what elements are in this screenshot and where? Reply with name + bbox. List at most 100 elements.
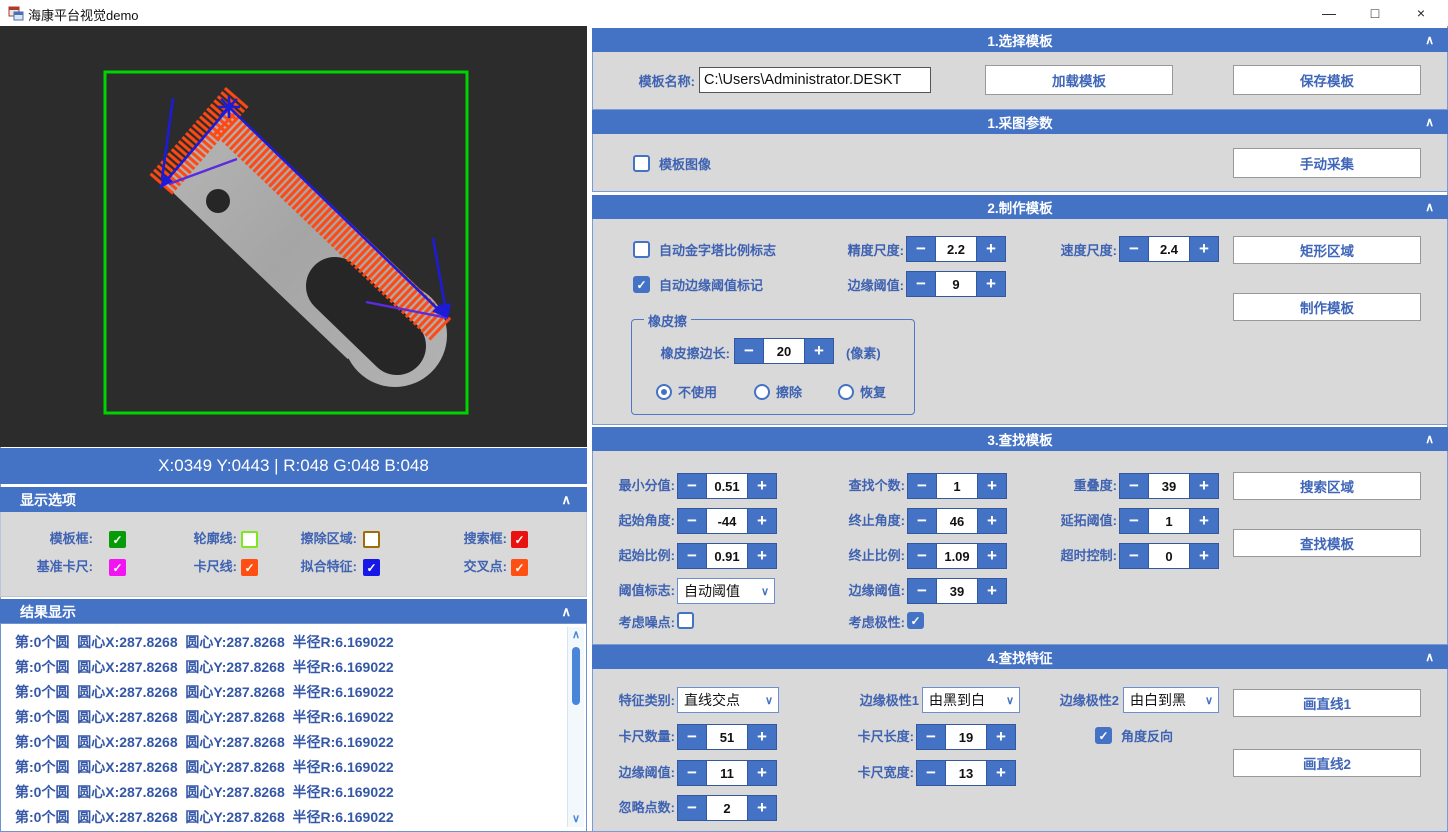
minus-button[interactable]: − [907,272,935,296]
extend-threshold-value[interactable]: 1 [1148,509,1190,533]
find-count-value[interactable]: 1 [936,474,978,498]
eraser-side-value[interactable]: 20 [763,339,805,363]
start-angle-value[interactable]: -44 [706,509,748,533]
min-score-value[interactable]: 0.51 [706,474,748,498]
minus-button[interactable]: − [1120,474,1148,498]
minus-button[interactable]: − [908,474,936,498]
collapse-icon[interactable]: ∧ [1425,33,1434,47]
timeout-value[interactable]: 0 [1148,544,1190,568]
template-image-checkbox[interactable] [633,155,650,172]
minus-button[interactable]: − [907,237,935,261]
draw-line1-button[interactable]: 画直线1 [1233,689,1421,717]
threshold-flag-select[interactable]: 自动阈值 ∨ [677,578,775,604]
edge-polarity2-select[interactable]: 由白到黑 ∨ [1123,687,1219,713]
minus-button[interactable]: − [917,761,945,785]
scroll-down-icon[interactable]: ∨ [572,811,580,827]
collapse-icon[interactable]: ∧ [561,492,571,508]
minimize-button[interactable]: — [1306,0,1352,26]
plus-button[interactable]: + [987,761,1015,785]
plus-button[interactable]: + [987,725,1015,749]
fit-feature-checkbox[interactable]: ✓ [363,559,380,576]
minus-button[interactable]: − [678,474,706,498]
minus-button[interactable]: − [678,725,706,749]
speed-value[interactable]: 2.4 [1148,237,1190,261]
start-scale-value[interactable]: 0.91 [706,544,748,568]
caliper-count-value[interactable]: 51 [706,725,748,749]
display-options-header[interactable]: 显示选项 ∧ [0,487,587,512]
plus-button[interactable]: + [748,725,776,749]
minus-button[interactable]: − [678,509,706,533]
consider-noise-checkbox[interactable] [677,612,694,629]
find-template-button[interactable]: 查找模板 [1233,529,1421,557]
precision-value[interactable]: 2.2 [935,237,977,261]
plus-button[interactable]: + [805,339,833,363]
edge-threshold-value[interactable]: 11 [706,761,748,785]
eraser-erase-radio[interactable] [754,384,770,400]
edge-threshold-value[interactable]: 39 [936,579,978,603]
angle-reverse-checkbox[interactable]: ✓ [1095,727,1112,744]
minus-button[interactable]: − [1120,509,1148,533]
result-row[interactable]: 第:0个圆 圆心X:287.8268 圆心Y:287.8268 半径R:6.16… [1,705,586,730]
auto-edge-checkbox[interactable]: ✓ [633,276,650,293]
minus-button[interactable]: − [1120,237,1148,261]
plus-button[interactable]: + [748,544,776,568]
results-list[interactable]: 第:0个圆 圆心X:287.8268 圆心Y:287.8268 半径R:6.16… [0,623,587,832]
plus-button[interactable]: + [978,544,1006,568]
feature-type-select[interactable]: 直线交点 ∨ [677,687,779,713]
collapse-icon[interactable]: ∧ [561,604,571,620]
consider-polarity-checkbox[interactable]: ✓ [907,612,924,629]
collapse-icon[interactable]: ∧ [1425,432,1434,446]
section-select-template-header[interactable]: 1.选择模板 ∧ [592,28,1448,52]
plus-button[interactable]: + [978,474,1006,498]
minus-button[interactable]: − [908,544,936,568]
section-make-template-header[interactable]: 2.制作模板 ∧ [592,195,1448,219]
template-path-input[interactable]: C:\Users\Administrator.DESKT [699,67,931,93]
minus-button[interactable]: − [917,725,945,749]
plus-button[interactable]: + [748,796,776,820]
plus-button[interactable]: + [748,509,776,533]
template-box-checkbox[interactable]: ✓ [109,531,126,548]
image-viewer[interactable] [0,26,587,447]
scroll-up-icon[interactable]: ∧ [572,627,580,643]
eraser-none-radio[interactable] [656,384,672,400]
plus-button[interactable]: + [748,474,776,498]
plus-button[interactable]: + [748,761,776,785]
make-template-button[interactable]: 制作模板 [1233,293,1421,321]
result-row[interactable]: 第:0个圆 圆心X:287.8268 圆心Y:287.8268 半径R:6.16… [1,655,586,680]
maximize-button[interactable]: □ [1352,0,1398,26]
plus-button[interactable]: + [978,509,1006,533]
result-row[interactable]: 第:0个圆 圆心X:287.8268 圆心Y:287.8268 半径R:6.16… [1,805,586,830]
rect-region-button[interactable]: 矩形区域 [1233,236,1421,264]
result-row[interactable]: 第:0个圆 圆心X:287.8268 圆心Y:287.8268 半径R:6.16… [1,780,586,805]
plus-button[interactable]: + [1190,474,1218,498]
plus-button[interactable]: + [1190,544,1218,568]
collapse-icon[interactable]: ∧ [1425,200,1434,214]
end-scale-value[interactable]: 1.09 [936,544,978,568]
save-template-button[interactable]: 保存模板 [1233,65,1421,95]
results-scrollbar[interactable]: ∧ ∨ [567,627,584,827]
plus-button[interactable]: + [977,272,1005,296]
erase-region-checkbox[interactable] [363,531,380,548]
search-region-button[interactable]: 搜索区域 [1233,472,1421,500]
plus-button[interactable]: + [1190,509,1218,533]
ignore-points-value[interactable]: 2 [706,796,748,820]
result-row[interactable]: 第:0个圆 圆心X:287.8268 圆心Y:287.8268 半径R:6.16… [1,755,586,780]
close-button[interactable]: × [1398,0,1444,26]
overlap-value[interactable]: 39 [1148,474,1190,498]
results-header[interactable]: 结果显示 ∧ [0,599,587,624]
collapse-icon[interactable]: ∧ [1425,650,1434,664]
contour-line-checkbox[interactable] [241,531,258,548]
eraser-restore-radio[interactable] [838,384,854,400]
minus-button[interactable]: − [908,509,936,533]
section-find-template-header[interactable]: 3.查找模板 ∧ [592,427,1448,451]
cross-point-checkbox[interactable]: ✓ [511,559,528,576]
result-row[interactable]: 第:0个圆 圆心X:287.8268 圆心Y:287.8268 半径R:6.16… [1,680,586,705]
datum-caliper-checkbox[interactable]: ✓ [109,559,126,576]
caliper-length-value[interactable]: 19 [945,725,987,749]
draw-line2-button[interactable]: 画直线2 [1233,749,1421,777]
edge-polarity1-select[interactable]: 由黑到白 ∨ [922,687,1020,713]
section-capture-header[interactable]: 1.采图参数 ∧ [592,110,1448,134]
minus-button[interactable]: − [678,796,706,820]
caliper-line-checkbox[interactable]: ✓ [241,559,258,576]
minus-button[interactable]: − [1120,544,1148,568]
